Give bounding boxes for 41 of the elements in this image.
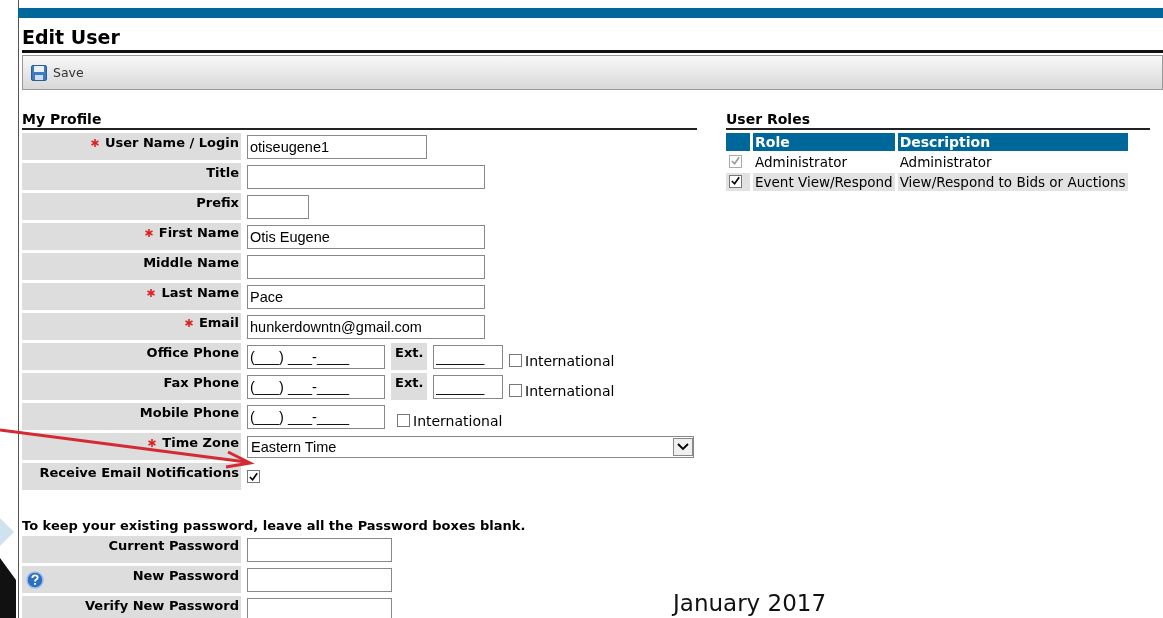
checkbox-label: International xyxy=(413,412,503,429)
column-header: Role xyxy=(753,133,895,151)
save-button[interactable]: Save xyxy=(31,64,84,81)
field-label: Office Phone xyxy=(146,345,239,360)
ext-label: Ext. xyxy=(391,373,427,400)
extension-field[interactable]: ______ xyxy=(433,344,503,369)
text-field[interactable]: Pace xyxy=(247,284,485,309)
field-label: Last Name xyxy=(161,285,239,300)
field-label: Mobile Phone xyxy=(139,405,239,420)
text-field[interactable]: otiseugene1 xyxy=(247,134,427,159)
phone-field[interactable]: (___) ___-____ xyxy=(247,374,385,399)
field-label: User Name / Login xyxy=(104,135,239,150)
section-heading: User Roles xyxy=(726,111,1150,130)
section-heading: My Profile xyxy=(22,111,697,130)
phone-field[interactable]: (___) ___-____ xyxy=(247,404,385,429)
field-label: Time Zone xyxy=(162,435,239,450)
password-note: To keep your existing password, leave all the Password boxes blank. xyxy=(22,518,527,533)
phone-field[interactable]: (___) ___-____ xyxy=(247,344,385,369)
ext-label: Ext. xyxy=(391,343,427,370)
text-field[interactable]: hunkerdowntn@gmail.com xyxy=(247,314,485,339)
dropdown[interactable]: Eastern Time xyxy=(247,435,694,458)
field-label: Current Password xyxy=(108,538,239,553)
field-label: First Name xyxy=(158,225,239,240)
slide-footer-date: January 2017 xyxy=(673,590,827,616)
table-cell: Event View/Respond xyxy=(753,173,895,191)
table-cell-text: Administrator xyxy=(898,153,993,171)
table-cell-text: Administrator xyxy=(754,153,849,171)
column-header: Description xyxy=(897,133,1128,151)
text-field[interactable]: Otis Eugene xyxy=(247,224,485,249)
field-label: Fax Phone xyxy=(163,375,239,390)
field-label: Title xyxy=(206,165,239,180)
checkbox-label: International xyxy=(525,382,615,399)
field-label: Email xyxy=(198,315,239,330)
extension-field[interactable]: ______ xyxy=(433,374,503,399)
field-label: Verify New Password xyxy=(85,598,239,613)
field-label: New Password xyxy=(132,568,239,583)
field-label: Prefix xyxy=(196,195,239,210)
field-label: Receive Email Notifications xyxy=(39,465,239,480)
checkbox-label: International xyxy=(525,352,615,369)
field-label: Middle Name xyxy=(143,255,239,270)
table-cell: View/Respond to Bids or Auctions xyxy=(897,173,1128,191)
